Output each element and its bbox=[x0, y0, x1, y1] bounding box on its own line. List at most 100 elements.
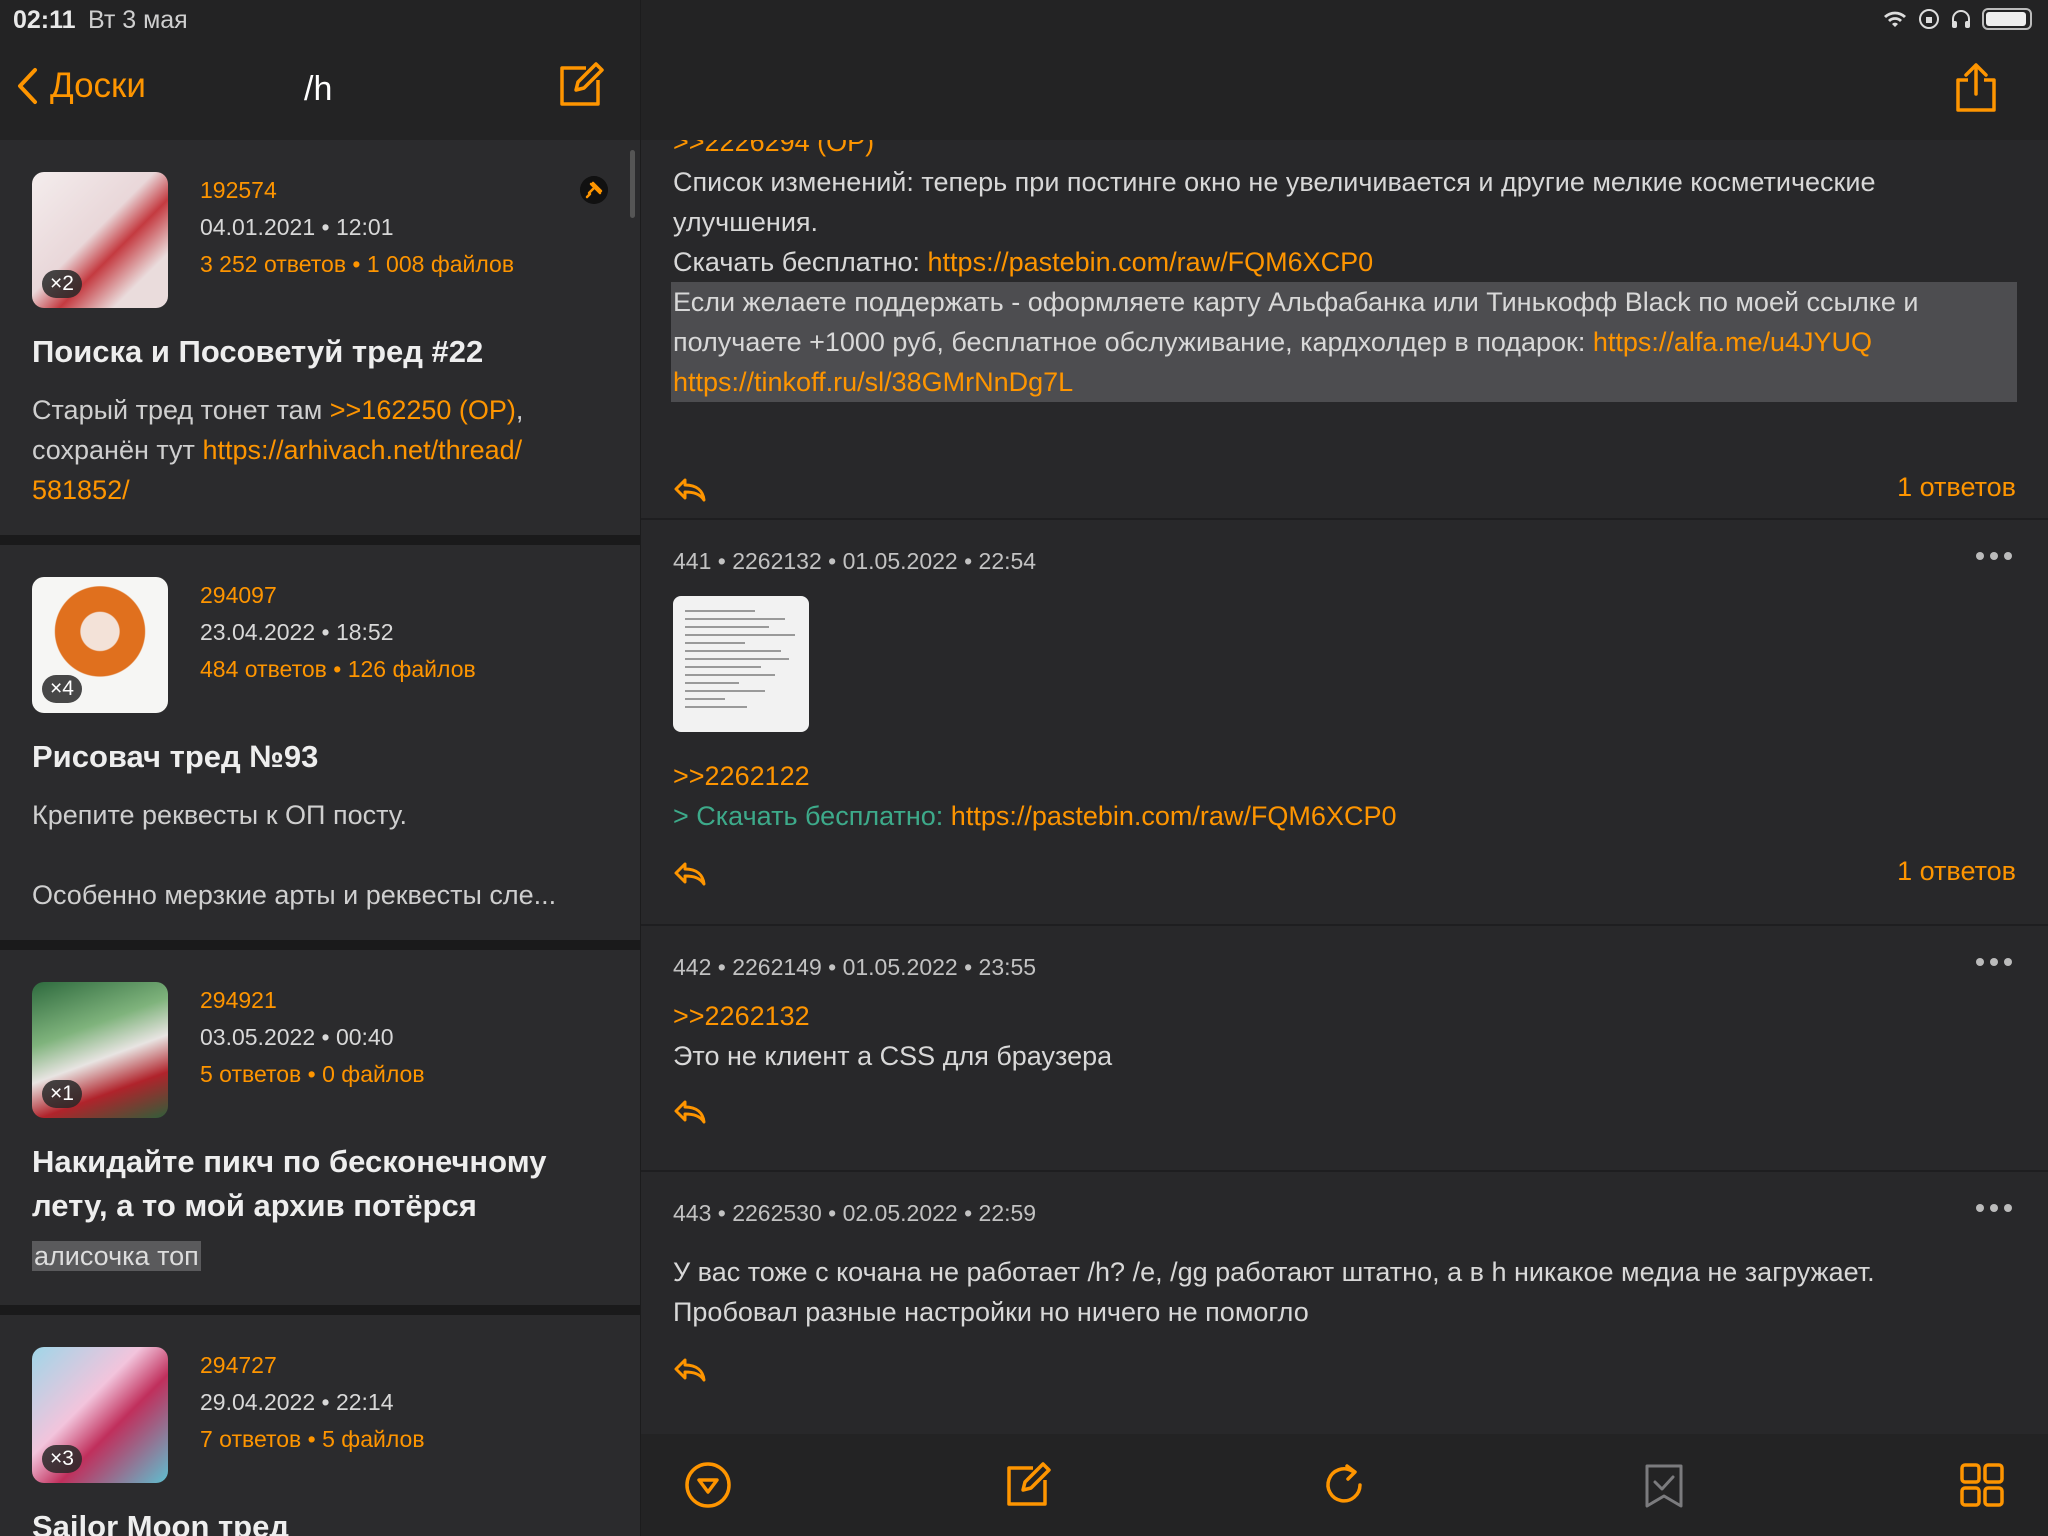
archive-link[interactable]: https://arhivach.net/thread/ bbox=[202, 435, 522, 465]
new-thread-compose-icon[interactable] bbox=[556, 62, 604, 110]
image-count-badge: ×2 bbox=[42, 270, 82, 298]
quote-text: > Скачать бесплатно: bbox=[673, 801, 951, 831]
post-text: У вас тоже с кочана не работает /h? /e, … bbox=[673, 1257, 1875, 1287]
body-text: Крепите реквесты к ОП посту. bbox=[32, 800, 408, 830]
thread-thumbnail[interactable]: ×2 bbox=[32, 172, 168, 308]
thread-number: 294921 bbox=[200, 987, 277, 1013]
post-list: >>2226294 (OP) Список изменений: теперь … bbox=[641, 127, 2048, 1432]
thread-date: 23.04.2022 • 18:52 bbox=[200, 619, 394, 645]
post-text: Это не клиент а CSS для браузера bbox=[673, 1041, 1113, 1071]
image-count-badge: ×4 bbox=[42, 675, 82, 703]
share-icon[interactable] bbox=[1954, 62, 1998, 112]
post: >>2226294 (OP) Список изменений: теперь … bbox=[641, 122, 2048, 520]
answers-count-link[interactable]: 1 ответов bbox=[1897, 856, 2016, 887]
body-text: , bbox=[515, 395, 524, 425]
post-header: 441 • 2262132 • 01.05.2022 • 22:54 bbox=[673, 548, 1037, 574]
thread-list-panel: Доски /h ×2 192574 04.01.2021 • 12:01 3 … bbox=[0, 0, 640, 1536]
post-actions bbox=[673, 1074, 2016, 1150]
more-icon[interactable] bbox=[1974, 956, 2014, 968]
thread-body: алисочка топ bbox=[32, 1236, 608, 1276]
thread-thumbnail[interactable]: ×1 bbox=[32, 982, 168, 1118]
thread-view-panel: >>2226294 (OP) Список изменений: теперь … bbox=[641, 0, 2048, 1536]
post-actions bbox=[673, 1332, 2016, 1408]
tinkoff-link[interactable]: https://tinkoff.ru/sl/38GMrNnDg7L bbox=[673, 367, 1073, 397]
thread-date: 04.01.2021 • 12:01 bbox=[200, 214, 394, 240]
back-label: Доски bbox=[50, 66, 146, 105]
thread-meta: 294921 03.05.2022 • 00:40 5 ответов • 0 … bbox=[200, 982, 608, 1122]
thread-counts: 3 252 ответов • 1 008 файлов bbox=[200, 251, 515, 277]
post-reference-link[interactable]: >>2262132 bbox=[673, 996, 2016, 1036]
post-actions: 1 ответов bbox=[673, 452, 2016, 528]
thread-body: Крепите реквесты к ОП посту. Особенно ме… bbox=[32, 795, 608, 915]
post-text: Список изменений: теперь при постинге ок… bbox=[673, 167, 1876, 237]
thread-title: Поиска и Посоветуй тред #22 bbox=[32, 334, 484, 369]
pin-icon bbox=[580, 176, 608, 204]
thread-thumbnail[interactable]: ×3 bbox=[32, 1347, 168, 1483]
grid-icon[interactable] bbox=[1957, 1460, 2007, 1510]
post-reference-link[interactable]: >>162250 (OP) bbox=[330, 395, 516, 425]
thread-card[interactable]: ×3 294727 29.04.2022 • 22:14 7 ответов •… bbox=[0, 1315, 640, 1536]
post-text: Скачать бесплатно: bbox=[673, 247, 928, 277]
answers-count-link[interactable]: 1 ответов bbox=[1897, 472, 2016, 503]
post-header: 442 • 2262149 • 01.05.2022 • 23:55 bbox=[673, 954, 1037, 980]
thread-title: Рисовач тред №93 bbox=[32, 739, 319, 774]
pastebin-link[interactable]: https://pastebin.com/raw/FQM6XCP0 bbox=[928, 247, 1374, 277]
post: 442 • 2262149 • 01.05.2022 • 23:55 >>226… bbox=[641, 926, 2048, 1172]
thread-number: 294727 bbox=[200, 1352, 277, 1378]
scroll-down-icon[interactable] bbox=[683, 1460, 733, 1510]
battery-icon bbox=[1982, 8, 2032, 30]
scroll-indicator[interactable] bbox=[630, 150, 635, 218]
status-date: Вт 3 мая bbox=[88, 6, 188, 34]
reply-icon[interactable] bbox=[673, 1356, 707, 1384]
board-title: /h bbox=[304, 70, 333, 108]
alfa-link[interactable]: https://alfa.me/u4JYUQ bbox=[1593, 327, 1872, 357]
post-header: 443 • 2262530 • 02.05.2022 • 22:59 bbox=[673, 1200, 1037, 1226]
refresh-icon[interactable] bbox=[1319, 1460, 1369, 1510]
status-time: 02:11 bbox=[13, 6, 76, 34]
post-image-thumbnail[interactable] bbox=[673, 596, 809, 732]
back-button[interactable]: Доски bbox=[16, 66, 146, 106]
highlighted-block: Если желаете поддержать - оформляете кар… bbox=[671, 282, 2017, 402]
image-count-badge: ×1 bbox=[42, 1080, 82, 1108]
thread-card[interactable]: ×2 192574 04.01.2021 • 12:01 3 252 ответ… bbox=[0, 140, 640, 545]
post: 441 • 2262132 • 01.05.2022 • 22:54 >>226… bbox=[641, 520, 2048, 926]
status-bar: 02:11 Вт 3 мая bbox=[0, 0, 2048, 40]
post-body: >>2262122 > Скачать бесплатно: https://p… bbox=[673, 756, 2016, 836]
thread-date: 03.05.2022 • 00:40 bbox=[200, 1024, 394, 1050]
post-actions: 1 ответов bbox=[673, 836, 2016, 912]
reply-icon[interactable] bbox=[673, 1098, 707, 1126]
thread-meta: 192574 04.01.2021 • 12:01 3 252 ответов … bbox=[200, 172, 608, 312]
thread-number: 192574 bbox=[200, 177, 277, 203]
thread-meta: 294097 23.04.2022 • 18:52 484 ответов • … bbox=[200, 577, 608, 717]
thread-card[interactable]: ×4 294097 23.04.2022 • 18:52 484 ответов… bbox=[0, 545, 640, 950]
image-count-badge: ×3 bbox=[42, 1445, 82, 1473]
thread-date: 29.04.2022 • 22:14 bbox=[200, 1389, 394, 1415]
pastebin-link[interactable]: https://pastebin.com/raw/FQM6XCP0 bbox=[951, 801, 1397, 831]
reply-icon[interactable] bbox=[673, 860, 707, 888]
wifi-icon bbox=[1884, 11, 1906, 27]
thread-body: Старый тред тонет там >>162250 (OP), сох… bbox=[32, 390, 608, 510]
body-text: Старый тред тонет там bbox=[32, 395, 330, 425]
chevron-left-icon bbox=[18, 68, 37, 104]
thread-meta: 294727 29.04.2022 • 22:14 7 ответов • 5 … bbox=[200, 1347, 608, 1487]
status-icons bbox=[1882, 8, 2032, 30]
more-icon[interactable] bbox=[1974, 550, 2014, 562]
compose-reply-icon[interactable] bbox=[1003, 1460, 1053, 1510]
archive-link-continued[interactable]: 581852/ bbox=[32, 475, 130, 505]
reply-icon[interactable] bbox=[673, 476, 707, 504]
thread-thumbnail[interactable]: ×4 bbox=[32, 577, 168, 713]
thread-title: Sailor Moon тред bbox=[32, 1509, 290, 1536]
thread-counts: 5 ответов • 0 файлов bbox=[200, 1061, 425, 1087]
post: 443 • 2262530 • 02.05.2022 • 22:59 У вас… bbox=[641, 1172, 2048, 1432]
post-reference-link[interactable]: >>2262122 bbox=[673, 756, 2016, 796]
headphones-icon bbox=[1952, 10, 1970, 28]
more-icon[interactable] bbox=[1974, 1202, 2014, 1214]
thread-card[interactable]: ×1 294921 03.05.2022 • 00:40 5 ответов •… bbox=[0, 950, 640, 1315]
thread-list: ×2 192574 04.01.2021 • 12:01 3 252 ответ… bbox=[0, 140, 640, 1536]
thread-title: Накидайте пикч по бесконечному лету, а т… bbox=[32, 1144, 547, 1223]
bookmark-icon[interactable] bbox=[1639, 1460, 1689, 1510]
bottom-toolbar bbox=[641, 1434, 2048, 1536]
body-text: сохранён тут bbox=[32, 435, 203, 465]
post-body: >>2262132 Это не клиент а CSS для браузе… bbox=[673, 996, 2016, 1076]
post-body: У вас тоже с кочана не работает /h? /e, … bbox=[673, 1252, 2016, 1332]
